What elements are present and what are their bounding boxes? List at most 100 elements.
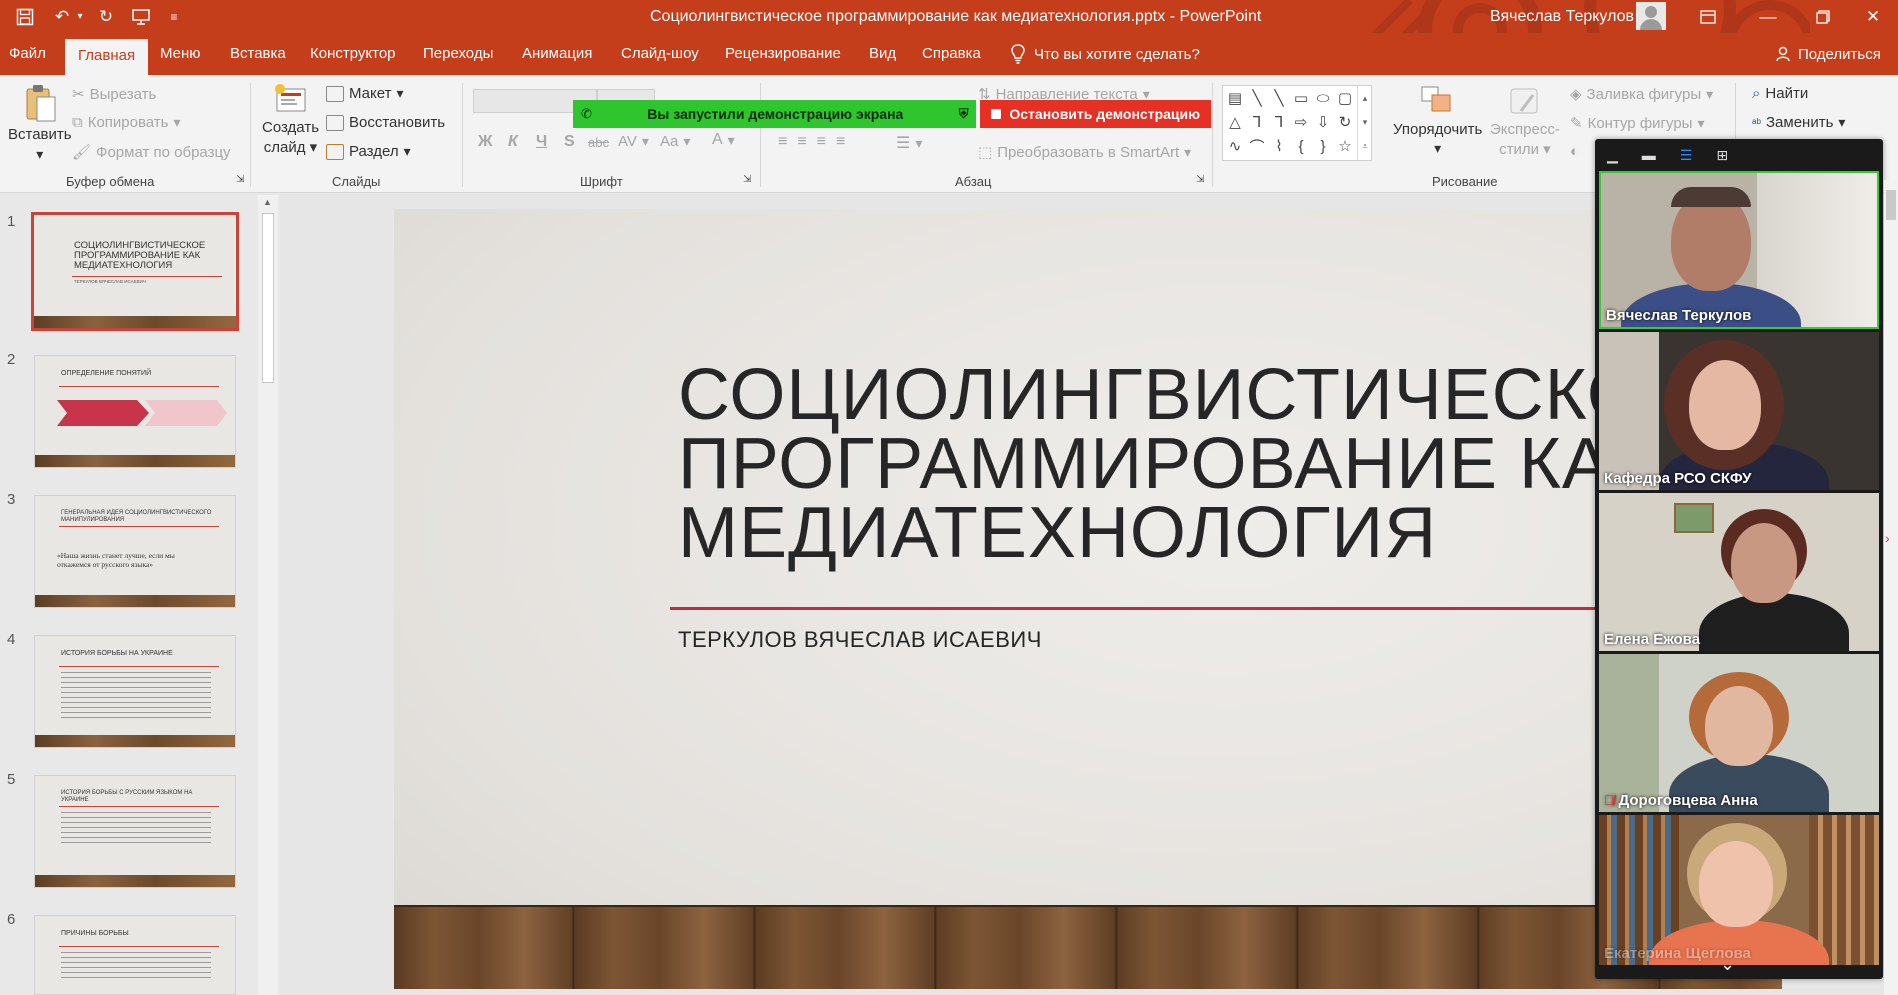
alignment-buttons[interactable]: ≡≡≡≡ bbox=[778, 133, 855, 151]
slide-thumbnail-5[interactable]: ИСТОРИЯ БОРЬБЫ С РУССКИМ ЯЗЫКОМ НА УКРАИ… bbox=[34, 775, 236, 888]
tell-me-search[interactable]: Что вы хотите сделать? bbox=[1010, 33, 1200, 75]
participant-tile-2[interactable]: Кафедра РСО СКФУ bbox=[1599, 332, 1879, 490]
shapes-scroll-icon[interactable]: ▴ ▾ ⩡ bbox=[1357, 86, 1372, 160]
convert-smartart-button[interactable]: ⬚ Преобразовать в SmartArt ▾ bbox=[978, 143, 1191, 162]
participant-tile-4[interactable]: 🎙̸ Дороговцева Анна bbox=[1599, 654, 1879, 812]
underline-button[interactable]: Ч bbox=[536, 133, 547, 151]
participant-tile-5[interactable]: Екатерина Щеглова bbox=[1599, 815, 1879, 965]
restore-icon[interactable] bbox=[1800, 0, 1846, 33]
paste-button[interactable]: Вставить ▾ bbox=[8, 83, 72, 163]
save-icon[interactable] bbox=[10, 0, 40, 33]
curve-shape-icon[interactable]: ∿ bbox=[1225, 136, 1245, 156]
arc-shape-icon[interactable]: ⌒ bbox=[1247, 136, 1267, 156]
user-avatar[interactable] bbox=[1636, 2, 1666, 30]
customize-quick-access-icon[interactable]: ≡ bbox=[166, 0, 182, 33]
scrollbar-thumb[interactable] bbox=[1886, 190, 1896, 220]
replace-dropdown-icon[interactable]: ▾ bbox=[1838, 114, 1845, 131]
slide-thumbnail-1[interactable]: СОЦИОЛИНГВИСТИЧЕСКОЕ ПРОГРАММИРОВАНИЕ КА… bbox=[31, 212, 239, 331]
stop-share-button[interactable]: Остановить демонстрацию bbox=[980, 100, 1211, 128]
share-button[interactable]: Поделиться bbox=[1776, 33, 1881, 75]
minimize-icon[interactable]: — bbox=[1745, 0, 1791, 33]
reset-button[interactable]: Восстановить bbox=[326, 114, 445, 131]
copy-dropdown-icon[interactable]: ▾ bbox=[173, 114, 180, 131]
brace-right-shape-icon[interactable]: } bbox=[1313, 136, 1333, 156]
change-case-button[interactable]: Aa ▾ bbox=[660, 133, 690, 150]
shape-fill-button[interactable]: ◈ Заливка фигуры ▾ bbox=[1570, 85, 1713, 104]
slide-subtitle-author[interactable]: ТЕРКУЛОВ ВЯЧЕСЛАВ ИСАЕВИЧ bbox=[678, 627, 1042, 653]
single-view-icon[interactable]: ▬ bbox=[1642, 147, 1656, 163]
strip-view-icon[interactable]: ☰ bbox=[1680, 147, 1693, 164]
line2-shape-icon[interactable]: ╲ bbox=[1269, 88, 1289, 108]
close-icon[interactable]: ✕ bbox=[1850, 0, 1896, 33]
shape-outline-button[interactable]: ✎ Контур фигуры ▾ bbox=[1570, 114, 1705, 133]
triangle-shape-icon[interactable]: △ bbox=[1225, 112, 1245, 132]
tab-help[interactable]: Справка bbox=[922, 33, 981, 75]
rounded-rect-shape-icon[interactable]: ▢ bbox=[1335, 88, 1355, 108]
shadow-button[interactable]: S bbox=[564, 133, 575, 151]
tab-transitions[interactable]: Переходы bbox=[423, 33, 493, 75]
bold-button[interactable]: Ж bbox=[478, 133, 492, 151]
rectangle-shape-icon[interactable]: ▭ bbox=[1291, 88, 1311, 108]
slide-thumbnail-6[interactable]: ПРИЧИНЫ БОРЬБЫ bbox=[34, 915, 236, 995]
textbox-shape-icon[interactable]: ▤ bbox=[1225, 88, 1245, 108]
new-slide-button[interactable]: Создать слайд ▾ bbox=[262, 83, 319, 156]
section-button[interactable]: Раздел ▾ bbox=[326, 143, 411, 160]
undo-icon[interactable]: ↶ bbox=[48, 0, 76, 33]
tab-menu[interactable]: Меню bbox=[160, 33, 201, 75]
tab-file[interactable]: Файл bbox=[9, 33, 46, 75]
replace-button[interactable]: ᵃᵇ Заменить ▾ bbox=[1752, 114, 1845, 131]
tab-home[interactable]: Главная bbox=[65, 39, 149, 75]
shape-effects-button[interactable]: ◐ bbox=[1570, 143, 1579, 160]
user-name[interactable]: Вячеслав Теркулов bbox=[1490, 0, 1634, 33]
chevron-right-icon[interactable]: › bbox=[1885, 530, 1890, 546]
brace-left-shape-icon[interactable]: { bbox=[1291, 136, 1311, 156]
redo-icon[interactable]: ↻ bbox=[92, 0, 120, 33]
layout-dropdown-icon[interactable]: ▾ bbox=[396, 85, 403, 102]
columns-button[interactable]: ☰ ▾ bbox=[896, 133, 922, 153]
arrange-button[interactable]: Упорядочить ▾ bbox=[1393, 85, 1482, 157]
freeform-shape-icon[interactable]: ⌇ bbox=[1269, 136, 1289, 156]
font-color-button[interactable]: A ▾ bbox=[712, 131, 735, 149]
chevron-down-icon[interactable]: ⌄ bbox=[1720, 954, 1735, 975]
line-shape-icon[interactable]: ╲ bbox=[1247, 88, 1267, 108]
participant-tile-3[interactable]: Елена Ежова bbox=[1599, 493, 1879, 651]
thumbnails-scrollbar[interactable]: ▲ bbox=[258, 195, 278, 995]
format-painter-button[interactable]: 🖌 Формат по образцу bbox=[72, 143, 231, 162]
tab-slideshow[interactable]: Слайд-шоу bbox=[621, 33, 699, 75]
elbow2-shape-icon[interactable]: ⅂ bbox=[1269, 112, 1289, 132]
tab-review[interactable]: Рецензирование bbox=[725, 33, 841, 75]
star-shape-icon[interactable]: ☆ bbox=[1335, 136, 1355, 156]
paste-dropdown-icon[interactable]: ▾ bbox=[36, 146, 43, 163]
ribbon-display-options-icon[interactable] bbox=[1685, 0, 1731, 33]
scroll-up-icon[interactable]: ▲ bbox=[263, 197, 272, 207]
participant-tile-1[interactable]: Вячеслав Теркулов bbox=[1599, 171, 1879, 329]
arrange-dropdown-icon[interactable]: ▾ bbox=[1434, 140, 1441, 157]
arrow-down-shape-icon[interactable]: ⇩ bbox=[1313, 112, 1333, 132]
font-launcher-icon[interactable]: ⇲ bbox=[743, 174, 751, 185]
wave-shape-icon[interactable]: ↻ bbox=[1335, 112, 1355, 132]
copy-button[interactable]: ⧉ Копировать ▾ bbox=[72, 114, 181, 131]
find-button[interactable]: ⌕ Найти bbox=[1752, 85, 1808, 102]
gallery-view-icon[interactable]: ⊞ bbox=[1716, 147, 1728, 164]
quick-styles-button[interactable]: Экспресс- стили ▾ bbox=[1490, 85, 1560, 158]
slide-thumbnail-2[interactable]: ОПРЕДЕЛЕНИЕ ПОНЯТИЙ bbox=[34, 355, 236, 468]
oval-shape-icon[interactable]: ⬭ bbox=[1313, 88, 1333, 108]
slide-thumbnail-4[interactable]: ИСТОРИЯ БОРЬБЫ НА УКРАИНЕ bbox=[34, 635, 236, 748]
shapes-gallery[interactable]: ▤ ╲ ╲ ▭ ⬭ ▢ △ ⅂ ⅂ ⇨ ⇩ ↻ ∿ ⌒ ⌇ { } ☆ ▴ ▾ ⩡ bbox=[1222, 85, 1372, 161]
tab-insert[interactable]: Вставка bbox=[230, 33, 286, 75]
clipboard-launcher-icon[interactable]: ⇲ bbox=[236, 174, 244, 185]
arrow-right-shape-icon[interactable]: ⇨ bbox=[1291, 112, 1311, 132]
strikethrough-button[interactable]: abc bbox=[588, 135, 609, 150]
section-dropdown-icon[interactable]: ▾ bbox=[404, 143, 411, 160]
elbow-shape-icon[interactable]: ⅂ bbox=[1247, 112, 1267, 132]
slide-scrollbar[interactable]: › bbox=[1884, 180, 1898, 995]
character-spacing-button[interactable]: AV ▾ bbox=[618, 133, 649, 150]
paragraph-launcher-icon[interactable]: ⇲ bbox=[1196, 174, 1204, 185]
layout-button[interactable]: Макет ▾ bbox=[326, 85, 403, 102]
undo-dropdown-icon[interactable]: ▾ bbox=[74, 0, 86, 33]
presentation-icon[interactable] bbox=[126, 0, 156, 33]
cut-button[interactable]: ✂ Вырезать bbox=[72, 85, 156, 104]
tab-view[interactable]: Вид bbox=[869, 33, 896, 75]
minimize-panel-icon[interactable]: ▁ bbox=[1607, 147, 1618, 164]
tab-design[interactable]: Конструктор bbox=[310, 33, 396, 75]
